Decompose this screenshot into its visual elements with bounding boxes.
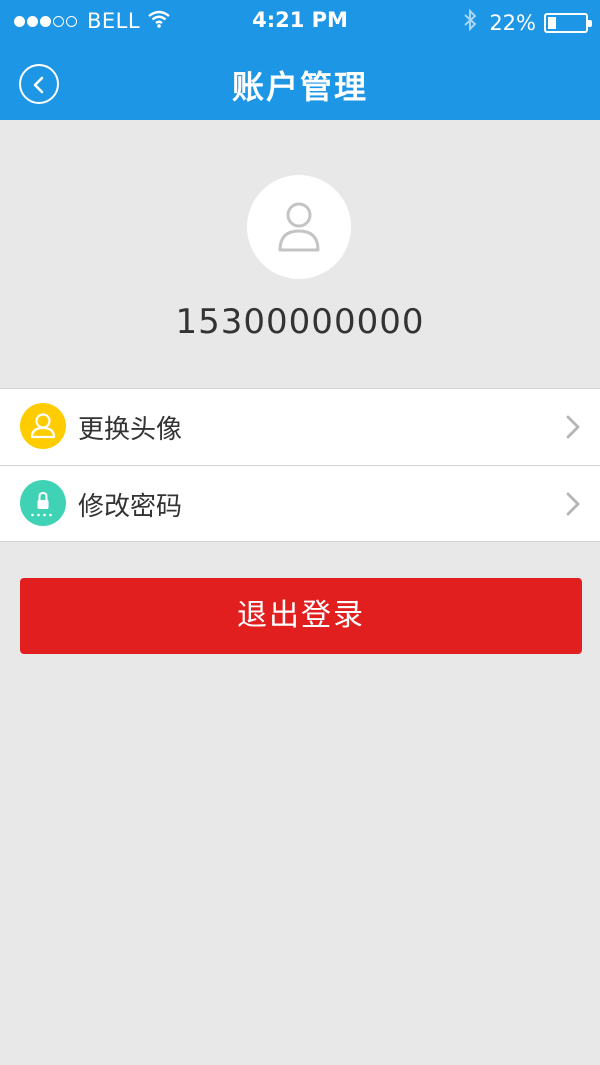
battery-percent: 22% — [489, 10, 536, 35]
user-icon — [30, 413, 56, 439]
menu-icon-lock — [20, 480, 66, 526]
menu-icon-user — [20, 403, 66, 449]
account-phone: 15300000000 — [175, 302, 425, 342]
menu-item-label: 修改密码 — [78, 492, 183, 522]
chevron-right-icon — [566, 492, 580, 516]
status-bar: BELL 4:21 PM 22% — [0, 0, 600, 42]
menu-item-change-avatar[interactable]: 更换头像 — [0, 389, 600, 465]
page-title: 账户管理 — [231, 68, 368, 106]
menu-item-change-password[interactable]: 修改密码 — [0, 465, 600, 541]
lock-icon — [31, 491, 52, 517]
app-header: BELL 4:21 PM 22% 账户管理 — [0, 0, 600, 120]
profile-section: 15300000000 — [0, 120, 600, 388]
battery-tip — [588, 19, 592, 27]
menu-item-label: 更换头像 — [78, 415, 183, 445]
avatar[interactable] — [247, 175, 351, 279]
chevron-right-icon — [566, 415, 580, 439]
user-icon — [278, 202, 320, 252]
status-right: 22% — [463, 8, 592, 36]
bluetooth-icon — [463, 8, 477, 36]
battery-level — [548, 16, 556, 29]
nav-bar: 账户管理 — [0, 42, 600, 120]
settings-menu: 更换头像 修改密码 — [0, 388, 600, 542]
battery-icon — [544, 12, 592, 33]
logout-button[interactable]: 退出登录 — [20, 578, 582, 654]
